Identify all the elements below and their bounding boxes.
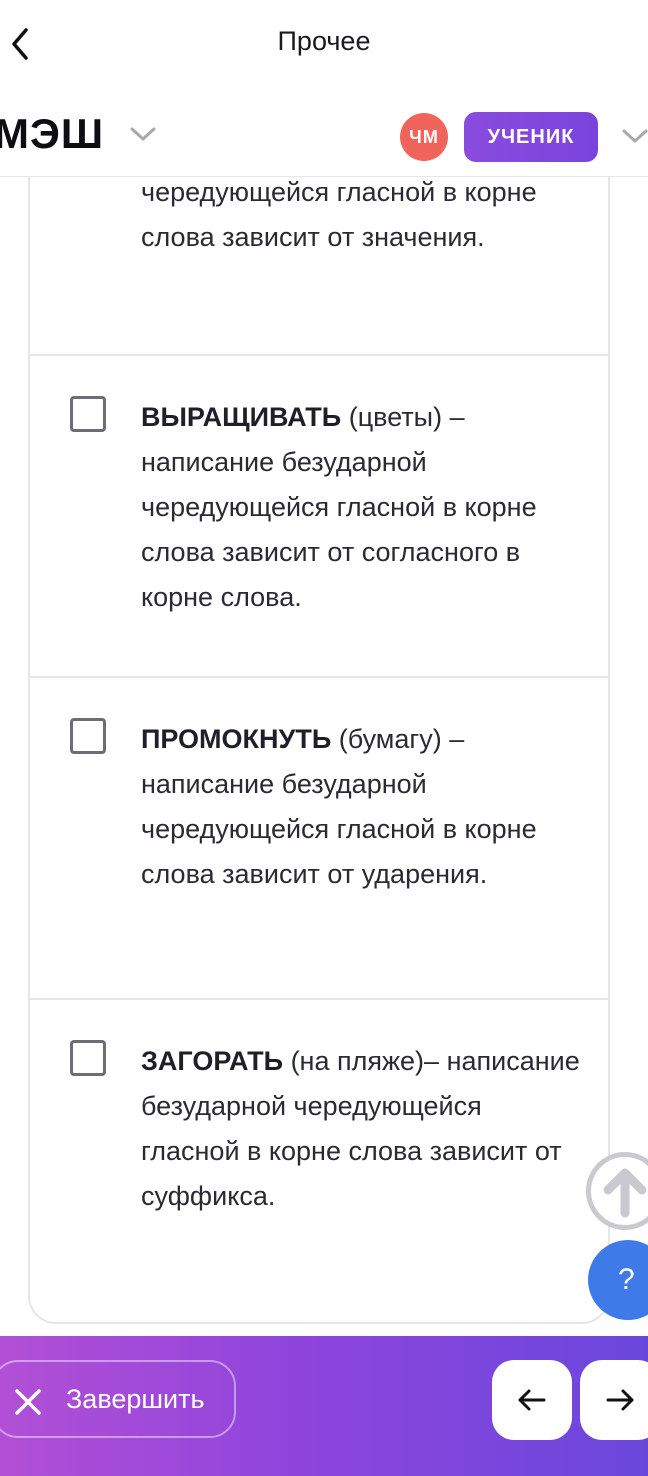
page-title: Прочее — [277, 26, 371, 56]
role-badge[interactable]: УЧЕНИК — [464, 112, 598, 162]
arrow-up-icon — [603, 1168, 647, 1218]
arrow-right-icon — [606, 1389, 634, 1411]
option-description: (цветы) – написание безударной чередующе… — [141, 402, 537, 612]
option-checkbox[interactable] — [70, 718, 106, 754]
option-keyword: ЗАГОРАТЬ — [141, 1046, 284, 1076]
answer-option: ВЫРАЩИВАТЬ (цветы) – написание безударно… — [30, 356, 608, 678]
role-menu-toggle[interactable] — [620, 126, 648, 146]
option-text: ПРОМОКНУТЬ (бумагу) – написание безударн… — [141, 717, 581, 897]
finish-label: Завершить — [66, 1384, 205, 1414]
logo-menu-toggle[interactable] — [128, 124, 158, 144]
avatar[interactable]: ЧМ — [400, 113, 448, 161]
answer-option: чередующейся гласной в корне слова завис… — [30, 170, 608, 356]
app-logo[interactable]: МЭШ — [0, 110, 104, 158]
option-text: ВЫРАЩИВАТЬ (цветы) – написание безударно… — [141, 395, 581, 620]
chevron-down-icon — [130, 127, 156, 141]
answer-option: ПРОМОКНУТЬ (бумагу) – написание безударн… — [30, 678, 608, 1000]
option-checkbox[interactable] — [70, 396, 106, 432]
next-button[interactable] — [580, 1360, 648, 1440]
option-text: ЗАГОРАТЬ (на пляже)– написание безударно… — [141, 1039, 581, 1219]
answer-option: ЗАГОРАТЬ (на пляже)– написание безударно… — [30, 1000, 608, 1318]
arrow-left-icon — [518, 1389, 546, 1411]
scroll-up-button[interactable] — [586, 1152, 648, 1230]
prev-button[interactable] — [492, 1360, 572, 1440]
close-icon — [15, 1389, 41, 1415]
option-description: чередующейся гласной в корне слова завис… — [141, 177, 537, 252]
finish-button[interactable]: Завершить — [0, 1360, 236, 1438]
bottom-bar: Завершить — [0, 1336, 648, 1476]
chevron-down-icon — [622, 129, 648, 143]
app-header: МЭШ ЧМ УЧЕНИК — [0, 88, 648, 177]
option-text: чередующейся гласной в корне слова завис… — [141, 170, 581, 260]
option-keyword: ПРОМОКНУТЬ — [141, 724, 332, 754]
option-keyword: ВЫРАЩИВАТЬ — [141, 402, 342, 432]
top-bar: Прочее — [0, 0, 648, 88]
option-checkbox[interactable] — [70, 1040, 106, 1076]
